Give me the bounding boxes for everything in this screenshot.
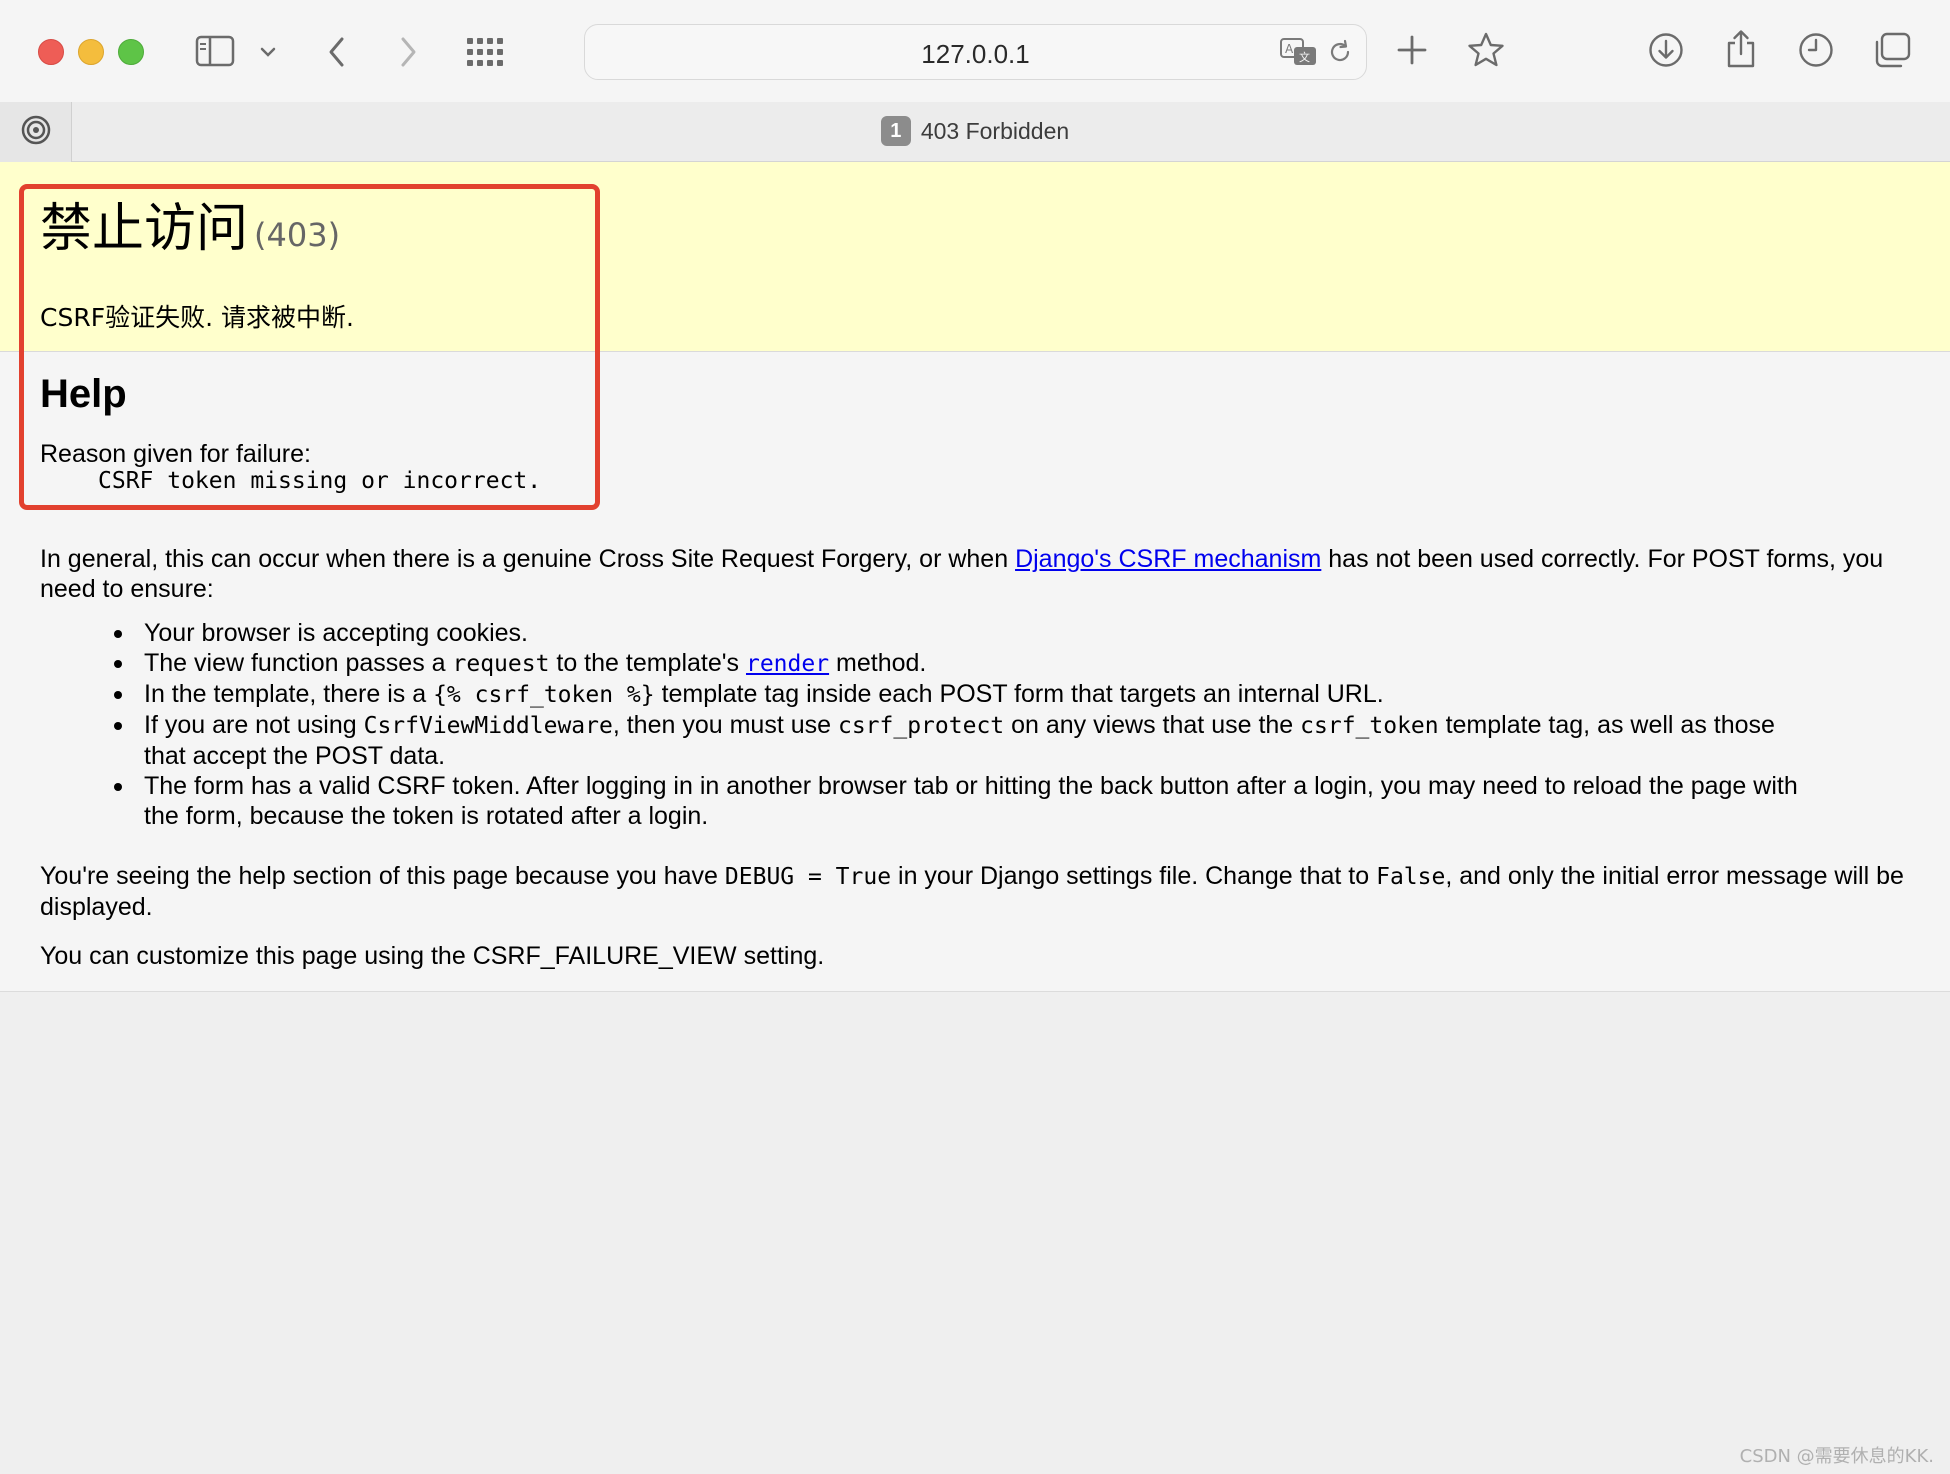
svg-text:A: A: [1285, 42, 1294, 56]
tab-title: 403 Forbidden: [920, 117, 1070, 144]
back-arrow-icon[interactable]: [322, 32, 352, 72]
chevron-down-icon[interactable]: [256, 40, 280, 64]
download-icon[interactable]: [1646, 30, 1686, 70]
sidebar-toggle-icon[interactable]: [194, 32, 236, 70]
debug-note: You're seeing the help section of this p…: [40, 862, 1904, 921]
history-clock-icon[interactable]: [1796, 30, 1836, 70]
forward-arrow-icon[interactable]: [393, 32, 423, 72]
page-content: 禁止访问 (403) CSRF验证失败. 请求被中断. Help Reason g…: [0, 162, 1950, 992]
list-item: If you are not using CsrfViewMiddleware,…: [114, 710, 1804, 771]
django-csrf-docs-link[interactable]: Django's CSRF mechanism: [1015, 545, 1321, 573]
watermark: CSDN @需要休息的KK.: [1739, 1446, 1934, 1467]
app-grid-icon[interactable]: [465, 34, 505, 70]
customize-note: You can customize this page using the CS…: [40, 942, 825, 970]
translate-icon[interactable]: A文: [1279, 35, 1319, 69]
requirements-list: Your browser is accepting cookies. The v…: [114, 618, 1804, 831]
list-item: Your browser is accepting cookies.: [114, 618, 1804, 648]
bookmark-star-icon[interactable]: [1466, 30, 1506, 70]
tab-active[interactable]: 1 403 Forbidden: [0, 116, 1950, 146]
minimize-window-button[interactable]: [78, 39, 104, 65]
tab-overview-icon[interactable]: [1872, 30, 1912, 70]
svg-text:文: 文: [1299, 50, 1310, 64]
zoom-window-button[interactable]: [118, 39, 144, 65]
address-bar[interactable]: 127.0.0.1 A文: [584, 24, 1367, 80]
tab-bar: 1 403 Forbidden: [0, 102, 1950, 162]
render-docs-link[interactable]: render: [746, 651, 829, 677]
reload-icon[interactable]: [1325, 37, 1355, 67]
tab-count-badge: 1: [880, 116, 911, 146]
url-text[interactable]: 127.0.0.1: [585, 39, 1366, 70]
browser-toolbar: 127.0.0.1 A文: [0, 0, 1950, 102]
intro-paragraph: In general, this can occur when there is…: [40, 545, 1884, 603]
annotation-highlight-box: [19, 184, 600, 510]
list-item: In the template, there is a {% csrf_toke…: [114, 679, 1804, 710]
close-window-button[interactable]: [38, 39, 64, 65]
new-tab-icon[interactable]: [1394, 32, 1430, 68]
list-item: The form has a valid CSRF token. After l…: [114, 771, 1804, 831]
list-item: The view function passes a request to th…: [114, 648, 1804, 679]
share-icon[interactable]: [1722, 28, 1760, 70]
